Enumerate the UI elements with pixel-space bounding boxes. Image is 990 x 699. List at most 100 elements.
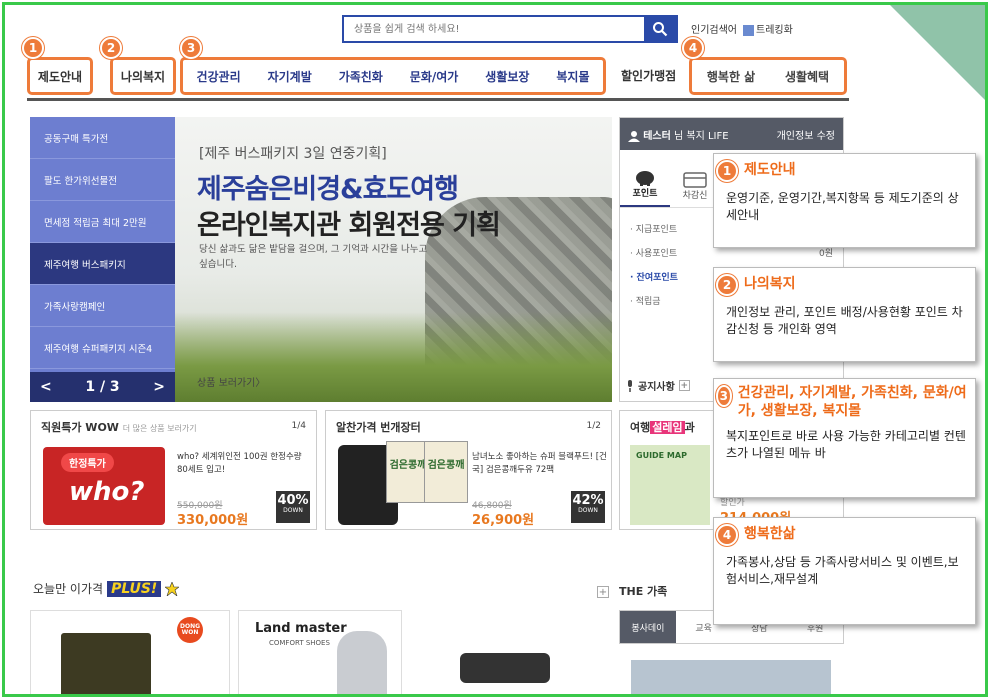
gnb-item-discount-store[interactable]: 할인가맹점 [621,67,676,84]
annotation-badge-3: 3 [180,37,202,59]
piggy-bank-icon [636,171,654,186]
callout-2: 2 나의복지 개인정보 관리, 포인트 배정/사용현황 포인트 차감신청 등 개… [713,267,976,362]
callout-3: 3 건강관리, 자기계발, 가족친화, 문화/여가, 생활보장, 복지몰 복지포… [713,378,976,498]
callout-title: 나의복지 [744,276,796,293]
callout-body: 개인정보 관리, 포인트 배정/사용현황 포인트 차감신청 등 개인화 영역 [726,305,963,337]
gnb-item-welfare-mall[interactable]: 복지몰 [550,68,595,85]
card-icon [683,172,707,188]
brand-tagline: COMFORT SHOES [269,639,330,647]
promo-pager: 1/2 [586,421,601,431]
guide-map-image: GUIDE MAP [630,445,710,525]
promo-title: 여행 설레임 과 [630,421,695,434]
tab-points[interactable]: 포인트 [620,150,670,207]
search-input[interactable] [344,17,644,41]
promo-description: 남녀노소 좋아하는 슈퍼 블랙푸드! [건국] 검은콩깨두유 72팩 [472,452,607,475]
callout-badge: 4 [716,524,738,546]
callout-badge: 3 [716,385,732,407]
gnb-item-life-benefits[interactable]: 생활혜택 [779,68,835,85]
gnb-item-family[interactable]: 가족친화 [333,68,389,85]
edit-profile-link[interactable]: 개인정보 수정 [777,127,835,142]
gnb-item-self-development[interactable]: 자기계발 [262,68,318,85]
search-box [342,15,678,43]
callout-title: 건강관리, 자기계발, 가족친화, 문화/여가, 생활보장, 복지몰 [737,385,967,419]
plus-logo: PLUS! [107,580,162,597]
next-slide-button[interactable]: > [153,379,165,395]
search-icon [653,22,668,37]
callout-badge: 1 [716,160,738,182]
brand-logo-landmaster: Land master [255,621,347,636]
hero-title: 제주숨은비경&효도여행 [197,174,459,205]
side-menu-item[interactable]: 제주여행 슈퍼패키지 시즌4 [30,327,175,369]
more-plus-icon[interactable]: + [597,586,609,598]
gnb-group-3: 건강관리 자기계발 가족친화 문화/여가 생활보장 복지몰 [180,57,606,95]
keyword-rank-icon [743,24,754,36]
hero-description: 당신 삶과도 닮은 밭담을 걸으며, 그 기억과 시간을 나누고 싶습니다. [199,244,428,270]
deal-card[interactable]: Land master COMFORT SHOES [238,610,402,694]
more-plus-icon[interactable]: + [678,380,690,391]
callout-body: 운영기준, 운영기간,복지항목 등 제도기준의 상세안내 [726,191,959,223]
main-navigation: 제도안내 나의복지 건강관리 자기계발 가족친화 문화/여가 생활보장 복지몰 … [27,53,849,101]
annotation-badge-1: 1 [22,37,44,59]
slide-pager: < 1 / 3 > [30,372,175,402]
promo-price: 26,900원 [472,513,535,528]
search-button[interactable] [644,16,676,42]
user-icon [628,130,640,142]
callout-badge: 2 [716,274,738,296]
popular-keywords-link[interactable]: 인기검색어 [691,21,737,36]
promo-card-flash[interactable]: 알찬가격 번개장터 1/2 검은콩깨 검은콩깨 남녀노소 좋아하는 슈퍼 블랙푸… [325,410,612,530]
promo-side-menu: 공동구매 특가전 팔도 한가위선물전 면세점 적립금 최대 2만원 제주여행 버… [30,117,175,402]
side-menu-item[interactable]: 면세점 적립금 최대 2만원 [30,201,175,243]
callout-title: 행복한삶 [744,526,796,543]
annotation-badge-2: 2 [100,37,122,59]
promo-title: 알찬가격 번개장터 [336,421,421,434]
annotation-badge-4: 4 [682,37,704,59]
gnb-group-1: 제도안내 [27,57,93,95]
promo-title: 직원특가 WOW 더 많은 상품 보러가기 [41,421,197,434]
view-product-link[interactable]: 상품 보러가기〉 [197,374,265,389]
promo-card-wow[interactable]: 직원특가 WOW 더 많은 상품 보러가기 1/4 한정특가 who? who?… [30,410,317,530]
hero-title-secondary: 온라인복지관 회원전용 기획 [197,210,501,241]
gnb-group-4: 행복한 삶 생활혜택 [689,57,847,95]
member-greeting: 테스터 님 복지 LIFE [628,127,729,142]
microphone-icon [628,379,632,392]
corner-decoration [890,5,985,100]
callout-4: 4 행복한삶 가족봉사,상담 등 가족사랑서비스 및 이벤트,보험서비스,재무설… [713,517,976,625]
side-menu-item-active[interactable]: 제주여행 버스패키지 [30,243,175,285]
top-links: 인기검색어 트레킹화 [691,21,793,36]
promo-description: who? 세계위인전 100권 한정수량 80세트 입고! [177,452,302,475]
trending-keyword-link[interactable]: 트레킹화 [743,21,793,36]
gnb-item-system-guide[interactable]: 제도안내 [32,68,88,85]
side-menu-item[interactable]: 팔도 한가위선물전 [30,159,175,201]
notice-link[interactable]: 공지사항 + [626,378,690,393]
callout-title: 제도안내 [744,162,796,179]
gift-set-image [61,633,151,694]
discount-badge: 40% DOWN [276,491,310,523]
gnb-group-2: 나의복지 [110,57,176,95]
side-menu-item[interactable]: 가족사랑캠페인 [30,285,175,327]
callout-body: 가족봉사,상담 등 가족사랑서비스 및 이벤트,보험서비스,재무설계 [726,555,959,587]
model-photo [337,631,387,694]
side-menu-item[interactable]: 공동구매 특가전 [30,117,175,159]
callout-body: 복지포인트로 바로 사용 가능한 카테고리별 컨텐츠가 나열된 메뉴 바 [726,429,966,461]
prev-slide-button[interactable]: < [40,379,52,395]
promo-price: 330,000원 [177,513,249,528]
slide-counter: 1 / 3 [85,379,120,395]
promo-logo-text: who? [69,477,145,507]
today-deal-title: 오늘만 이가격 PLUS! [33,580,180,597]
grill-image [460,653,550,683]
gnb-item-my-welfare[interactable]: 나의복지 [115,68,171,85]
gnb-item-life-security[interactable]: 생활보장 [479,68,535,85]
gnb-item-happy-life[interactable]: 행복한 삶 [701,68,761,85]
gnb-item-culture[interactable]: 문화/여가 [404,68,465,85]
gnb-item-health[interactable]: 건강관리 [190,68,246,85]
hero-banner[interactable]: [제주 버스패키지 3일 연중기획] 제주숨은비경&효도여행 온라인복지관 회원… [175,117,612,402]
callout-1: 1 제도안내 운영기준, 운영기간,복지항목 등 제도기준의 상세안내 [713,153,976,248]
promo-image-carton: 검은콩깨 [424,441,468,503]
tab-volunteer[interactable]: 봉사데이 [620,611,676,643]
family-photo [631,660,831,694]
brand-logo-dongwon: DONG WON [177,617,203,643]
discount-badge: 42% DOWN [571,491,605,523]
promo-pager: 1/4 [291,421,306,431]
page-frame: 인기검색어 트레킹화 제도안내 나의복지 건강관리 자기계발 가족친화 문화/여… [2,2,988,697]
deal-card[interactable]: DONG WON [30,610,230,694]
